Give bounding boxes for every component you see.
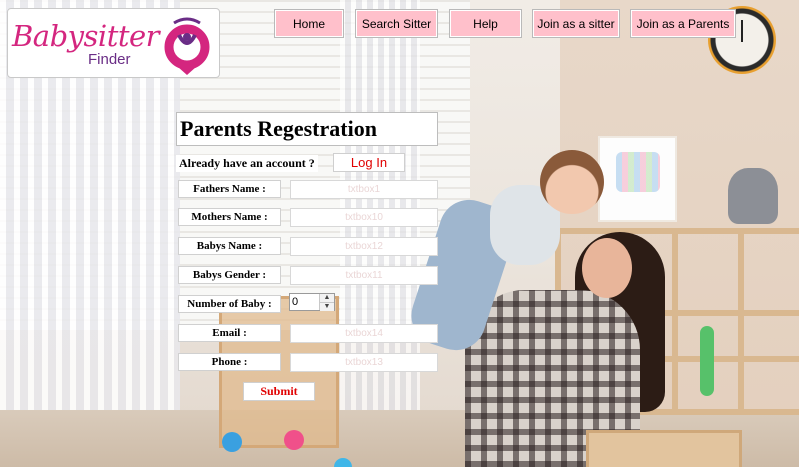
nav-join-parents-button[interactable]: Join as a Parents [631, 10, 735, 37]
page-title: Parents Regestration [176, 112, 438, 146]
stepper-value: 0 [292, 296, 299, 308]
mothers-name-input[interactable] [290, 208, 438, 227]
fathers-name-input[interactable] [290, 180, 438, 199]
babys-gender-input[interactable] [290, 266, 438, 285]
cactus-lamp [700, 326, 714, 396]
nav-home-button[interactable]: Home [275, 10, 343, 37]
number-of-baby-stepper[interactable]: 0 ▲ ▼ [289, 293, 335, 311]
toy-ball [222, 432, 242, 452]
submit-button[interactable]: Submit [243, 382, 315, 401]
picture-art [616, 152, 660, 192]
stepper-arrows: ▲ ▼ [319, 294, 334, 311]
shelf-divider [738, 228, 744, 409]
baby-head [540, 150, 604, 214]
fathers-name-label: Fathers Name : [178, 180, 281, 198]
babysitter-logo-icon [164, 17, 210, 75]
toy-bunny [728, 168, 778, 224]
logo-subtitle: Finder [88, 51, 131, 68]
wooden-table [586, 430, 742, 467]
email-label: Email : [178, 324, 281, 342]
number-of-baby-label: Number of Baby : [178, 295, 281, 313]
email-input[interactable] [290, 324, 438, 343]
mother-face [582, 238, 632, 298]
toy-box [219, 296, 339, 448]
phone-input[interactable] [290, 353, 438, 372]
mothers-name-label: Mothers Name : [178, 208, 281, 226]
nav-join-sitter-button[interactable]: Join as a sitter [533, 10, 619, 37]
stepper-down-icon[interactable]: ▼ [320, 302, 334, 311]
babys-name-input[interactable] [290, 237, 438, 256]
login-button[interactable]: Log In [333, 153, 405, 172]
babys-gender-label: Babys Gender : [178, 266, 281, 284]
babys-name-label: Babys Name : [178, 237, 281, 255]
nav-help-button[interactable]: Help [450, 10, 521, 37]
shelf-divider [672, 228, 678, 409]
existing-account-text: Already have an account ? [176, 155, 318, 172]
site-logo[interactable]: Babysitter Finder [7, 8, 220, 78]
phone-label: Phone : [178, 353, 281, 371]
stepper-up-icon[interactable]: ▲ [320, 294, 334, 302]
nav-search-sitter-button[interactable]: Search Sitter [356, 10, 437, 37]
logo-wordmark: Babysitter [12, 19, 160, 53]
toy-ball [284, 430, 304, 450]
